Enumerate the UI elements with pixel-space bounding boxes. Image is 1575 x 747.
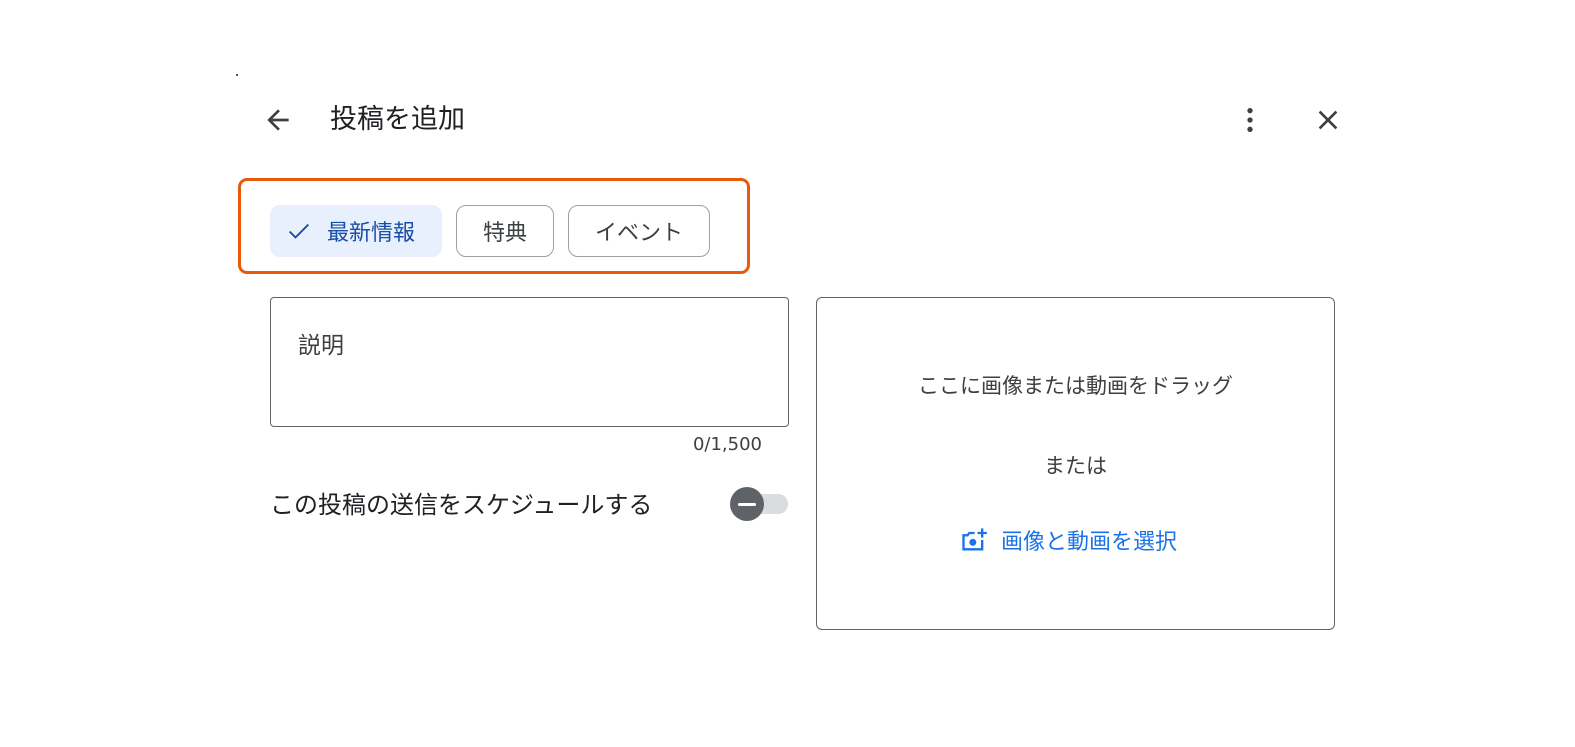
minus-icon	[738, 502, 756, 506]
chip-event-label: イベント	[595, 221, 684, 246]
select-media-button[interactable]: 画像と動画を選択	[959, 520, 1177, 560]
drag-instruction: ここに画像または動画をドラッグ	[918, 374, 1233, 398]
page-title: 投稿を追加	[330, 104, 465, 135]
description-input[interactable]: 説明	[270, 297, 789, 427]
more-vert-icon	[1247, 108, 1253, 132]
select-media-label: 画像と動画を選択	[1001, 530, 1178, 555]
close-button[interactable]	[1308, 100, 1348, 140]
chip-offer-label: 特典	[483, 221, 528, 246]
chip-offer[interactable]: 特典	[456, 205, 555, 257]
chip-updates-label: 最新情報	[327, 221, 416, 246]
schedule-row: この投稿の送信をスケジュールする	[270, 479, 790, 527]
post-type-chips: 最新情報 特典 イベント	[270, 205, 711, 257]
character-counter: 0/1,500	[692, 434, 762, 455]
chip-updates[interactable]: 最新情報	[270, 205, 443, 257]
dialog-header: 投稿を追加	[238, 74, 1350, 166]
arrow-back-icon	[267, 109, 289, 131]
close-icon	[1318, 110, 1338, 130]
chip-event[interactable]: イベント	[568, 205, 711, 257]
add-post-dialog: 投稿を追加 最新情報 特典 イベント 説明 0/1,500 この投稿の送信をスケ…	[238, 74, 1350, 652]
back-button[interactable]	[258, 100, 298, 140]
or-separator: または	[1044, 454, 1107, 478]
toggle-thumb	[730, 487, 764, 521]
more-options-button[interactable]	[1230, 100, 1270, 140]
add-photo-icon	[959, 525, 989, 555]
description-label: 説明	[298, 333, 344, 359]
media-dropzone[interactable]: ここに画像または動画をドラッグ または 画像と動画を選択	[816, 297, 1335, 630]
check-icon	[285, 217, 313, 245]
schedule-toggle[interactable]	[730, 487, 790, 521]
schedule-label: この投稿の送信をスケジュールする	[270, 491, 653, 519]
